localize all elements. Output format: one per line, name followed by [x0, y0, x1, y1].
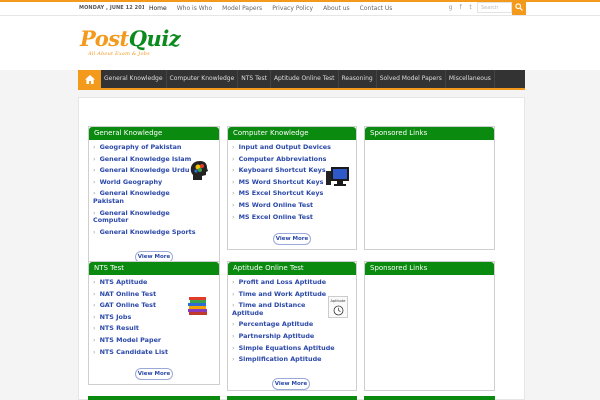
logo-text-quiz: Quiz — [128, 26, 181, 51]
home-icon — [84, 74, 95, 84]
list-item[interactable]: › General Knowledge Pakistan — [93, 190, 173, 205]
logo-tagline: All About Exam & Jobs — [88, 51, 150, 57]
books-stack-icon — [188, 297, 207, 315]
top-bar: MONDAY , JUNE 12 2017 Home Who is Who Mo… — [0, 0, 600, 16]
list-item[interactable]: › NTS Aptitude — [93, 278, 216, 287]
box-title: Sponsored Links — [365, 262, 494, 275]
aptitude-online-test-box: Aptitude Online Test › Profit and Loss Ap… — [227, 261, 357, 391]
sponsored-links-box: Sponsored Links — [364, 261, 495, 391]
list-item[interactable]: › NTS Result — [93, 325, 216, 333]
nav-miscellaneous[interactable]: Miscellaneous — [446, 70, 495, 88]
view-more-button[interactable]: View More — [273, 233, 311, 245]
top-link-who-is-who[interactable]: Who is Who — [172, 3, 217, 15]
list-item[interactable]: › Simplification Aptitude — [232, 355, 353, 364]
next-row-box — [88, 396, 220, 400]
list-item[interactable]: › General Knowledge Computer — [93, 209, 173, 225]
list-item[interactable]: › NTS Candidate List — [93, 348, 216, 357]
facebook-icon[interactable]: f — [457, 4, 464, 11]
next-row-box — [364, 396, 495, 400]
view-more-button[interactable]: View More — [272, 378, 310, 390]
list-item[interactable]: › General Knowledge Sports — [93, 228, 216, 237]
list-item[interactable]: › Input and Output Devices — [232, 143, 353, 152]
nav-reasoning[interactable]: Reasoning — [339, 70, 377, 88]
search-button[interactable] — [512, 0, 526, 15]
top-link-privacy-policy[interactable]: Privacy Policy — [267, 3, 318, 15]
top-link-home[interactable]: Home — [144, 3, 172, 15]
sponsored-links-box: Sponsored Links — [364, 126, 495, 250]
home-button[interactable] — [78, 70, 101, 88]
site-header: PostQuiz All About Exam & Jobs — [0, 16, 600, 70]
list-item[interactable]: › MS Excel Online Test — [232, 213, 353, 222]
social-links: g f t — [447, 4, 474, 11]
next-row-box — [227, 396, 357, 400]
aptitude-clock-thumbnail: Aptitude — [328, 296, 348, 318]
main-navigation: General Knowledge Computer Knowledge NTS… — [78, 70, 525, 90]
logo-text-post: Post — [80, 26, 129, 51]
general-knowledge-box: General Knowledge › Geography of Pakistan… — [88, 126, 220, 263]
list-item[interactable]: › MS Excel Shortcut Keys — [232, 190, 353, 198]
list-item[interactable]: › Profit and Loss Aptitude — [232, 278, 353, 287]
google-plus-icon[interactable]: g — [447, 4, 454, 11]
computer-knowledge-box: Computer Knowledge › Input and Output Dev… — [227, 126, 357, 250]
view-more-button[interactable]: View More — [135, 368, 173, 380]
box-title: Aptitude Online Test — [228, 262, 356, 275]
current-date: MONDAY , JUNE 12 2017 — [79, 5, 149, 11]
top-navigation: Home Who is Who Model Papers Privacy Pol… — [144, 3, 397, 15]
twitter-icon[interactable]: t — [467, 4, 474, 11]
thumbnail-label: Aptitude — [330, 299, 346, 303]
nav-general-knowledge[interactable]: General Knowledge — [101, 70, 167, 88]
top-link-contact-us[interactable]: Contact Us — [355, 3, 398, 15]
box-title: General Knowledge — [89, 127, 219, 140]
list-item[interactable]: › Time and Distance Aptitude — [232, 301, 316, 317]
link-list: › Profit and Loss Aptitude › Time and Work… — [228, 275, 356, 364]
nav-computer-knowledge[interactable]: Computer Knowledge — [167, 70, 239, 88]
nav-solved-model-papers[interactable]: Solved Model Papers — [377, 70, 446, 88]
site-logo[interactable]: PostQuiz All About Exam & Jobs — [80, 26, 181, 58]
nav-aptitude-online-test[interactable]: Aptitude Online Test — [271, 70, 339, 88]
nts-test-box: NTS Test › NTS Aptitude › NAT Online Test … — [88, 261, 220, 385]
search-input[interactable]: Search — [477, 2, 512, 13]
list-item[interactable]: › Computer Abbreviations — [232, 155, 353, 164]
top-link-model-papers[interactable]: Model Papers — [217, 3, 267, 15]
list-item[interactable]: › Percentage Aptitude — [232, 321, 353, 329]
list-item[interactable]: › NTS Model Paper — [93, 336, 216, 345]
box-title: Computer Knowledge — [228, 127, 356, 140]
box-title: Sponsored Links — [365, 127, 494, 140]
link-list: › Geography of Pakistan › General Knowledg… — [89, 140, 219, 236]
list-item[interactable]: › Geography of Pakistan — [93, 143, 216, 152]
box-title: NTS Test — [89, 262, 219, 275]
nav-nts-test[interactable]: NTS Test — [238, 70, 271, 88]
brain-head-icon — [190, 161, 208, 180]
top-link-about-us[interactable]: About us — [318, 3, 355, 15]
search-icon — [515, 3, 523, 11]
computer-monitor-icon — [326, 167, 349, 186]
list-item[interactable]: › Simple Equations Aptitude — [232, 344, 353, 353]
list-item[interactable]: › MS Word Online Test — [232, 201, 353, 210]
list-item[interactable]: › Partnership Aptitude — [232, 332, 353, 341]
clock-icon — [333, 305, 344, 316]
